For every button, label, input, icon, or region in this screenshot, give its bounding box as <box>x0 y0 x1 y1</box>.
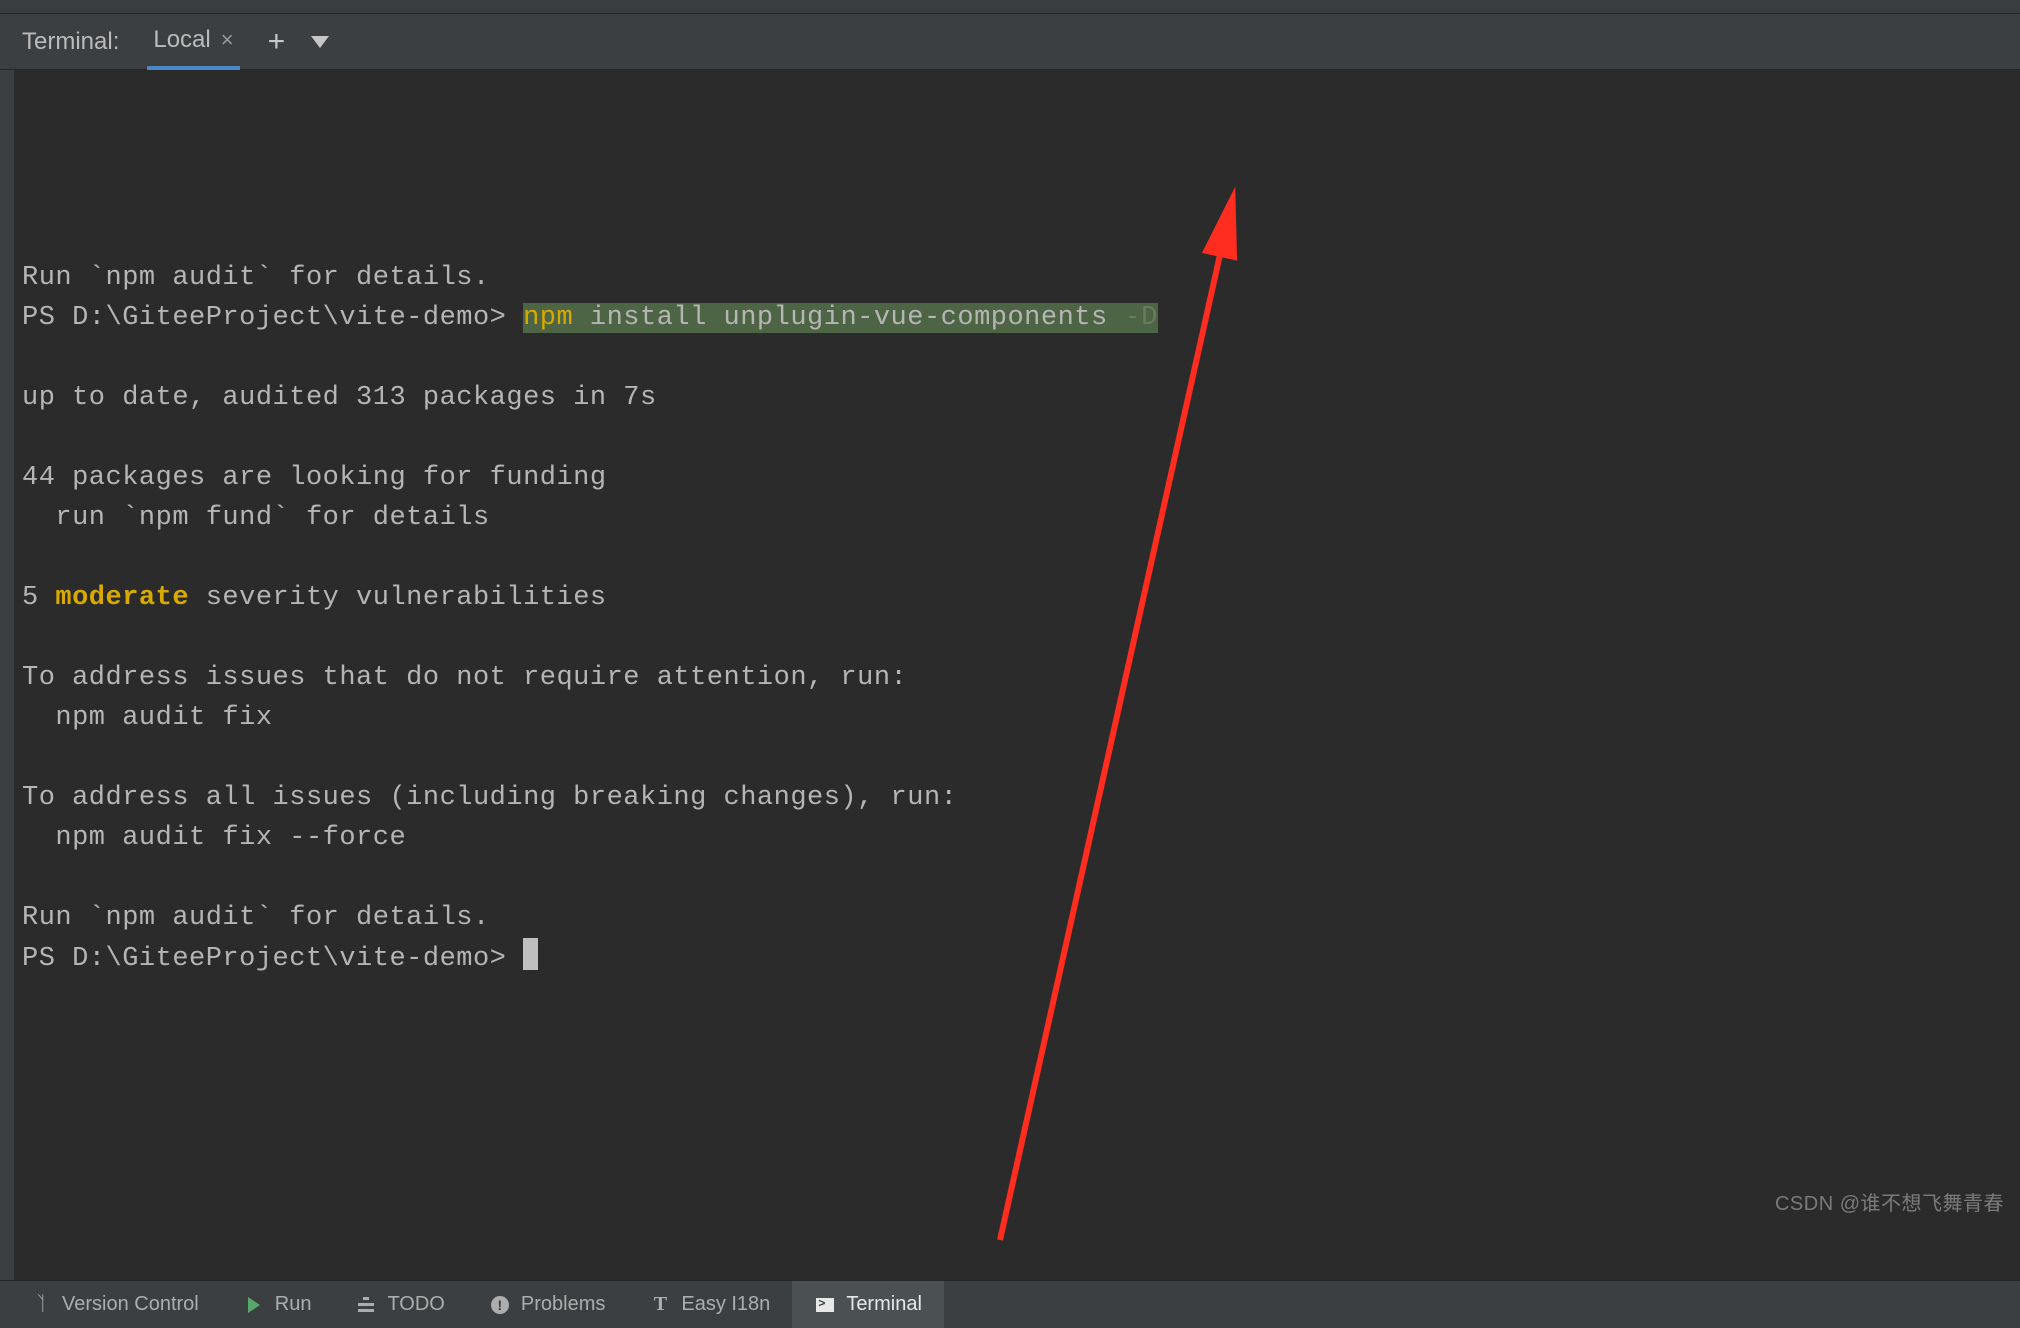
terminal-tab-label: Local <box>153 26 210 54</box>
toolwin-easy-i18n[interactable]: T Easy I18n <box>627 1281 792 1328</box>
term-cmd-flag: -D <box>1124 303 1157 333</box>
problems-icon: ! <box>491 1296 509 1314</box>
top-toolbar-cut <box>0 0 2020 14</box>
tool-window-bar: Version Control Run TODO ! Problems T Ea… <box>0 1280 2020 1328</box>
chevron-down-icon[interactable] <box>311 36 329 48</box>
term-cmd-npm: npm <box>523 303 573 333</box>
term-cmd-rest: install unplugin-vue-components <box>573 303 1124 333</box>
watermark-text: CSDN @谁不想飞舞青春 <box>1775 1184 2004 1224</box>
term-line: To address issues that do not require at… <box>22 663 907 693</box>
term-prompt: PS D:\GiteeProject\vite-demo> <box>22 303 523 333</box>
toolwin-version-control[interactable]: Version Control <box>8 1281 221 1328</box>
branch-icon <box>30 1294 52 1316</box>
toolwin-label: Easy I18n <box>681 1293 770 1316</box>
term-line: Run `npm audit` for details. <box>22 263 490 293</box>
toolwin-label: Version Control <box>62 1293 199 1316</box>
close-icon[interactable]: × <box>221 29 234 51</box>
todo-icon <box>355 1294 377 1316</box>
term-line: npm audit fix <box>22 703 273 733</box>
term-line: run `npm fund` for details <box>22 503 490 533</box>
terminal-tab-bar: Terminal: Local × + <box>0 14 2020 70</box>
term-line: To address all issues (including breakin… <box>22 783 957 813</box>
term-severity: moderate <box>55 583 189 613</box>
new-terminal-button[interactable]: + <box>268 25 286 59</box>
toolwin-label: Run <box>275 1293 312 1316</box>
toolwin-terminal[interactable]: Terminal <box>792 1281 944 1328</box>
translate-icon: T <box>649 1294 671 1316</box>
term-line: Run `npm audit` for details. <box>22 903 490 933</box>
term-line: 44 packages are looking for funding <box>22 463 607 493</box>
toolwin-run[interactable]: Run <box>221 1281 334 1328</box>
toolwin-label: TODO <box>387 1293 444 1316</box>
term-prompt: PS D:\GiteeProject\vite-demo> <box>22 944 523 974</box>
toolwin-label: Terminal <box>846 1293 922 1316</box>
term-line: 5 <box>22 583 55 613</box>
terminal-panel-title: Terminal: <box>22 28 119 56</box>
toolwin-todo[interactable]: TODO <box>333 1281 466 1328</box>
terminal-icon <box>816 1298 834 1312</box>
term-line: npm audit fix --force <box>22 823 406 853</box>
terminal-cursor <box>523 938 538 970</box>
terminal-tab-local[interactable]: Local × <box>147 15 239 70</box>
toolwin-problems[interactable]: ! Problems <box>467 1281 627 1328</box>
play-icon <box>248 1297 260 1313</box>
terminal-gutter <box>0 70 14 1280</box>
term-line: up to date, audited 313 packages in 7s <box>22 383 657 413</box>
terminal-output[interactable]: Run `npm audit` for details. PS D:\Gitee… <box>0 70 2020 1280</box>
term-line: severity vulnerabilities <box>189 583 607 613</box>
toolwin-label: Problems <box>521 1293 605 1316</box>
